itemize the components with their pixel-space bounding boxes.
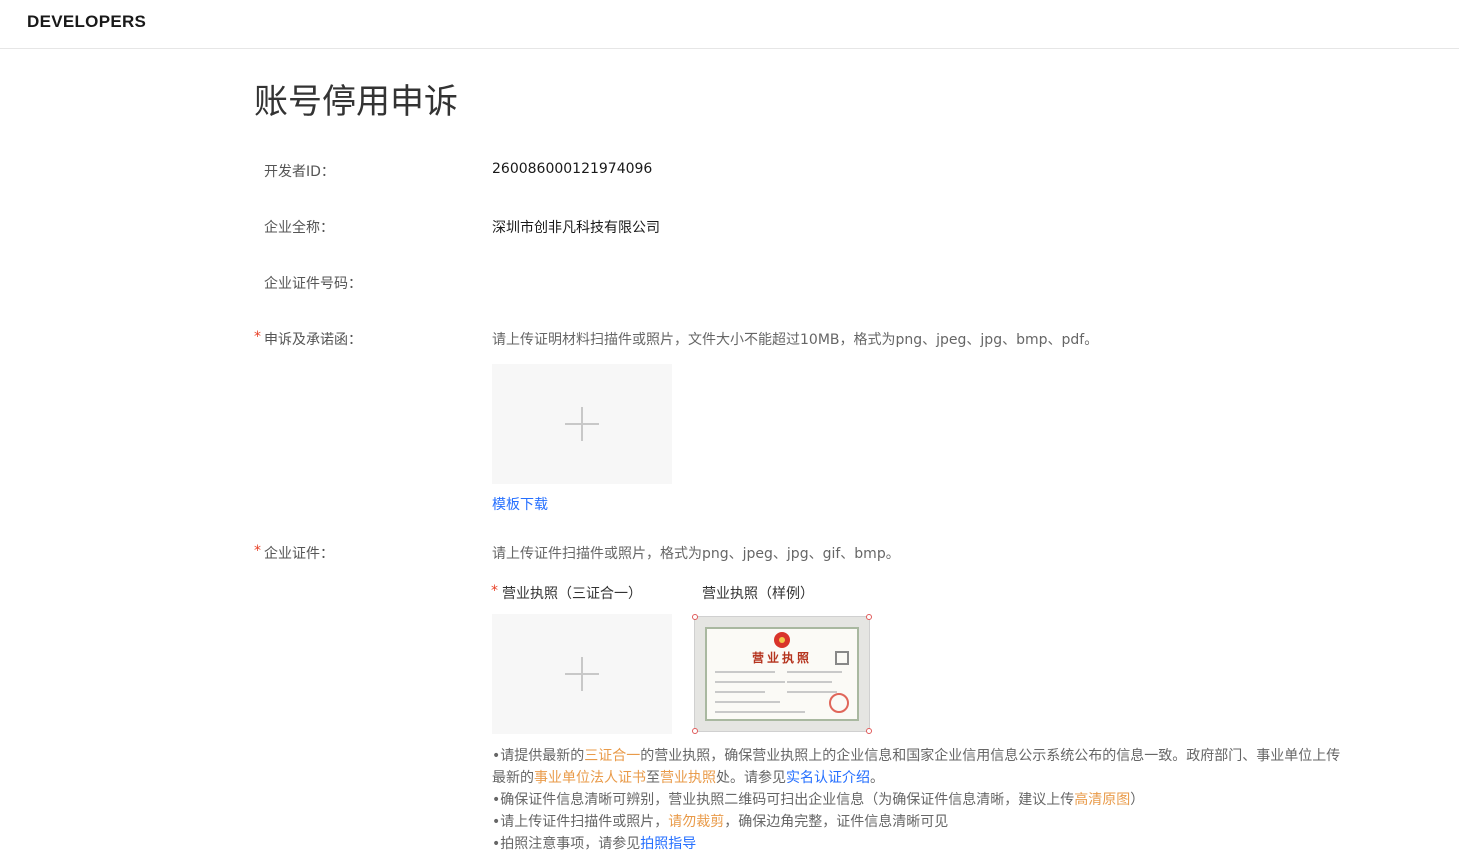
required-mark: * [254,329,261,345]
hd-original-link[interactable]: 高清原图 [1074,792,1130,808]
note-text: ，确保边角完整，证件信息清晰可见 [724,814,949,830]
page-title: 账号停用申诉 [254,82,458,122]
required-mark: * [254,543,261,559]
corner-marker [866,728,872,734]
note-item: •拍照注意事项，请参见拍照指导 [492,833,1352,855]
note-item: •请提供最新的三证合一的营业执照，确保营业执照上的企业信息和国家企业信用信息公示… [492,745,1352,789]
note-item: •确保证件信息清晰可辨别，营业执照二维码可扫出企业信息（为确保证件信息清晰，建议… [492,789,1352,811]
note-text: •请上传证件扫描件或照片， [492,814,669,830]
seal-icon [829,693,849,713]
text-line [787,681,832,683]
company-name-value: 深圳市创非凡科技有限公司 [492,220,660,236]
note-text: 至 [646,770,660,786]
text-line [715,691,765,693]
qr-code-icon [835,651,849,665]
text-line [787,671,842,673]
business-license-sample-label: 营业执照（样例） [702,586,814,602]
note-item: •请上传证件扫描件或照片，请勿裁剪，确保边角完整，证件信息清晰可见 [492,811,1352,833]
plus-icon [565,407,599,441]
company-name-label: 企业全称： [264,220,334,236]
note-text: 。 [870,770,884,786]
note-text: •拍照注意事项，请参见 [492,836,641,852]
business-license-label: 营业执照（三证合一） [502,586,642,602]
note-text: 处。请参见 [716,770,786,786]
template-download-link[interactable]: 模板下载 [492,494,548,514]
corner-marker [692,614,698,620]
brand-logo[interactable]: DEVELOPERS [27,12,146,32]
company-cert-hint: 请上传证件扫描件或照片，格式为png、jpeg、jpg、gif、bmp。 [492,546,900,562]
note-text: •请提供最新的 [492,748,585,764]
company-cert-label: 企业证件： [264,546,334,562]
institution-certificate-link[interactable]: 事业单位法人证书 [534,770,646,786]
do-not-crop-link[interactable]: 请勿裁剪 [668,814,724,830]
company-cert-number-label: 企业证件号码： [264,276,362,292]
top-bar: DEVELOPERS [0,0,1459,49]
appeal-letter-hint: 请上传证明材料扫描件或照片，文件大小不能超过10MB，格式为png、jpeg、j… [492,332,1099,348]
business-license-sample-image[interactable]: 营业执照 [692,614,872,734]
appeal-letter-upload[interactable] [492,364,672,484]
note-text: ） [1130,792,1145,808]
developer-id-value: 260086000121974096 [492,161,653,177]
business-license-upload[interactable] [492,614,672,734]
appeal-letter-label: 申诉及承诺函： [264,332,362,348]
three-in-one-link[interactable]: 三证合一 [584,748,640,764]
text-line [715,671,775,673]
emblem-icon [774,632,790,648]
real-name-verification-link[interactable]: 实名认证介绍 [786,770,870,786]
note-text: •确保证件信息清晰可辨别，营业执照二维码可扫出企业信息（为确保证件信息清晰，建议… [492,792,1075,808]
text-line [715,681,785,683]
plus-icon [565,657,599,691]
corner-marker [866,614,872,620]
business-license-link[interactable]: 营业执照 [660,770,716,786]
developer-id-label: 开发者ID： [264,164,335,180]
text-line [787,691,837,693]
text-line [715,711,805,713]
upload-notes: •请提供最新的三证合一的营业执照，确保营业执照上的企业信息和国家企业信用信息公示… [492,745,1352,855]
required-mark: * [491,583,498,599]
license-document: 营业执照 [705,627,859,721]
text-line [715,701,780,703]
corner-marker [692,728,698,734]
photo-guide-link[interactable]: 拍照指导 [640,836,696,852]
